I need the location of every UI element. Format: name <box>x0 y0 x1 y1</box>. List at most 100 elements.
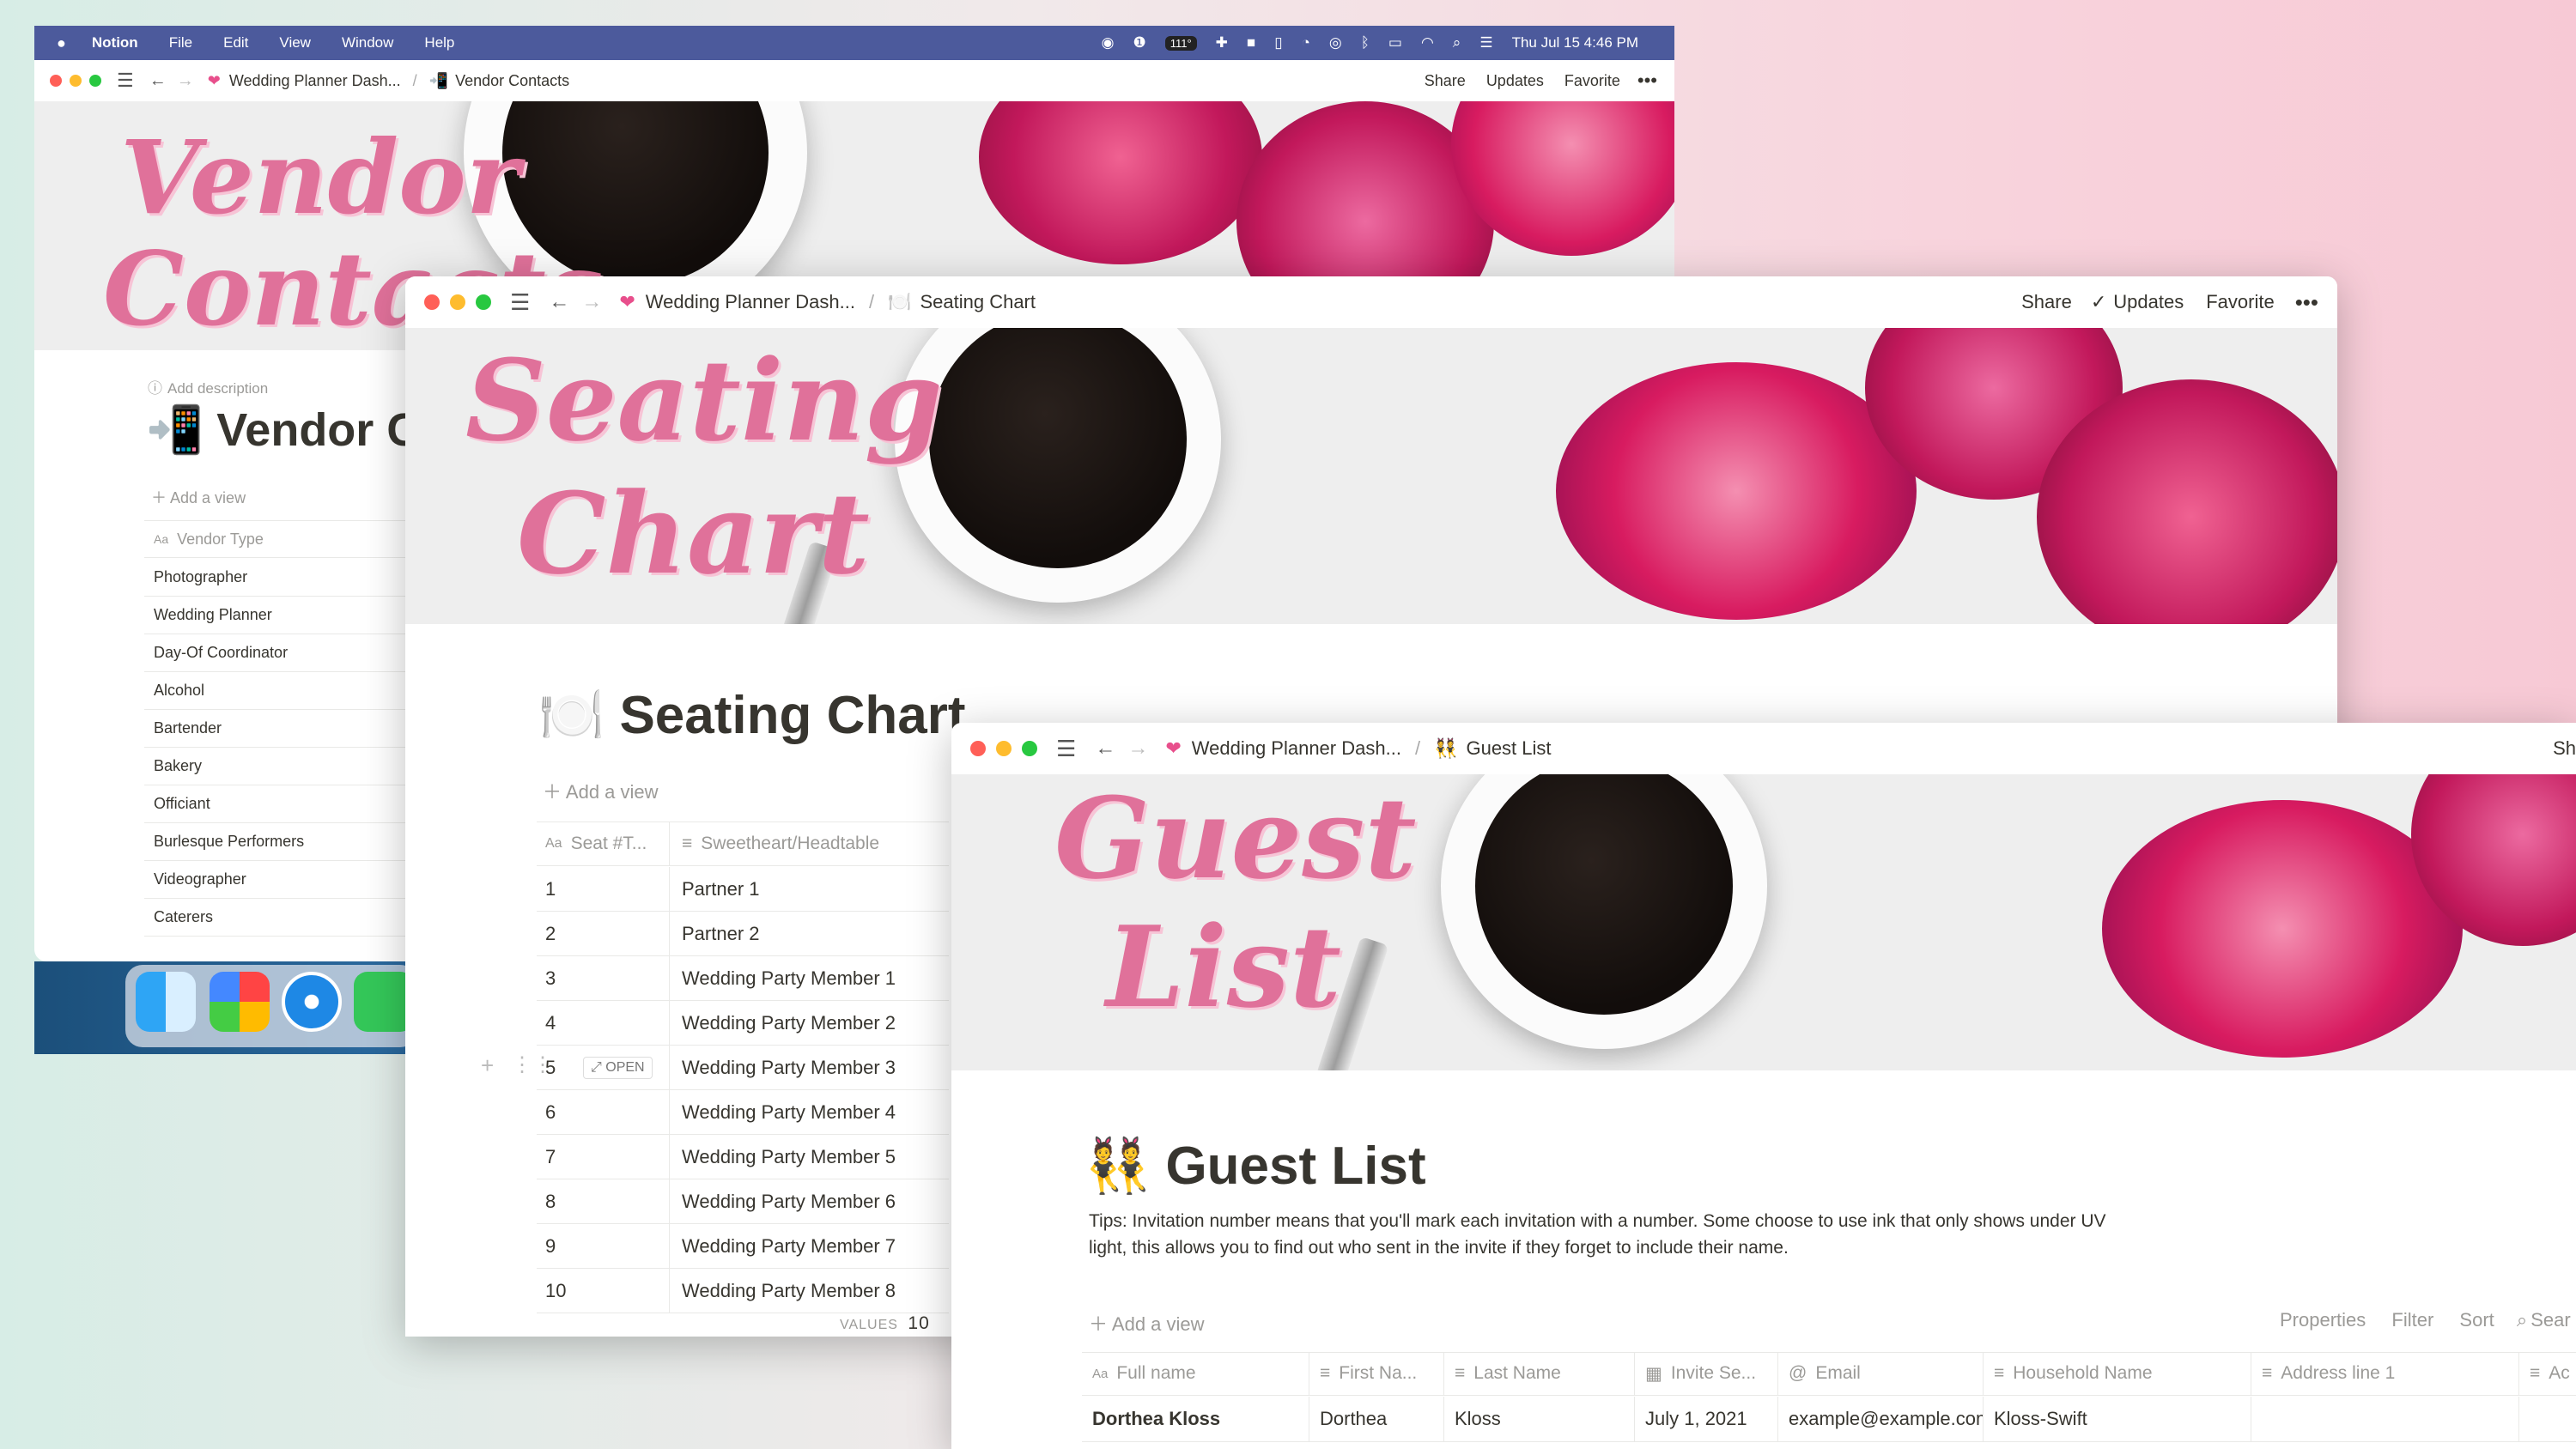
share-button[interactable]: Share <box>2021 291 2072 313</box>
guest-address-line-2[interactable] <box>2519 1397 2576 1441</box>
menu-help[interactable]: Help <box>424 34 454 52</box>
column-header-email[interactable]: @ Email <box>1778 1352 1984 1395</box>
sidebar-menu-icon[interactable]: ☰ <box>117 70 134 92</box>
breadcrumb-parent[interactable]: Wedding Planner Dash... <box>229 72 401 90</box>
launchpad-icon[interactable] <box>210 972 270 1032</box>
table-row[interactable]: 6 Wedding Party Member 4 <box>537 1090 949 1135</box>
column-header-full-name[interactable]: Aa Full name <box>1082 1352 1309 1395</box>
column-header-address-line-1[interactable]: ≡ Address line 1 <box>2251 1352 2519 1395</box>
back-arrow-icon[interactable]: ← <box>549 290 569 314</box>
table-row[interactable]: Videographer <box>144 861 406 899</box>
column-header-first-name[interactable]: ≡ First Na... <box>1309 1352 1444 1395</box>
maximize-window-button[interactable] <box>476 294 491 310</box>
table-row[interactable]: 3 Wedding Party Member 1 <box>537 956 949 1001</box>
forward-arrow-icon[interactable]: → <box>1127 737 1148 761</box>
column-header-sweetheart[interactable]: ≡ Sweetheart/Headtable <box>670 834 879 854</box>
maximize-window-button[interactable] <box>89 75 101 87</box>
guest-address-line-1[interactable] <box>2251 1397 2519 1441</box>
add-description-button[interactable]: ⓘ Add description <box>148 376 268 397</box>
wifi-icon[interactable]: ◠ <box>1421 34 1434 52</box>
drag-handle-icon[interactable]: ⋮⋮ <box>512 1052 553 1077</box>
back-arrow-icon[interactable]: ← <box>1095 737 1115 761</box>
row-add-icon[interactable]: + <box>481 1052 494 1079</box>
breadcrumb-parent[interactable]: Wedding Planner Dash... <box>646 291 855 313</box>
guest-email[interactable]: example@example.com <box>1778 1397 1984 1441</box>
column-header-last-name[interactable]: ≡ Last Name <box>1444 1352 1635 1395</box>
guest-full-name[interactable]: Dorthea Kloss <box>1082 1397 1309 1441</box>
minimize-window-button[interactable] <box>996 741 1012 756</box>
menubar-clock[interactable]: Thu Jul 15 4:46 PM <box>1512 34 1638 52</box>
more-options-icon[interactable]: ••• <box>1637 70 1657 92</box>
updates-button[interactable]: Updates <box>1486 72 1544 90</box>
column-header-seat[interactable]: Aa Seat #T... <box>537 822 670 865</box>
status-icon[interactable]: ▯ <box>1274 34 1282 52</box>
table-row[interactable]: 5 ⤢ OPEN Wedding Party Member 3 <box>537 1046 949 1090</box>
guest-first-name[interactable]: Dorthea <box>1309 1397 1444 1441</box>
share-button[interactable]: Share <box>1425 72 1466 90</box>
apple-icon[interactable]: ● <box>57 34 66 52</box>
more-options-icon[interactable]: ••• <box>2295 289 2318 316</box>
table-row[interactable]: Day-Of Coordinator <box>144 634 406 672</box>
column-header-invite-sent[interactable]: ▦ Invite Se... <box>1635 1352 1778 1395</box>
clock-icon[interactable]: ◔ <box>1302 34 1310 52</box>
guest-invite-sent[interactable]: July 1, 2021 <box>1635 1397 1778 1441</box>
table-row[interactable]: 10 Wedding Party Member 8 <box>537 1269 949 1313</box>
menu-file[interactable]: File <box>169 34 192 52</box>
guest-last-name[interactable]: Kloss <box>1444 1397 1635 1441</box>
menu-window[interactable]: Window <box>342 34 393 52</box>
menu-app-name[interactable]: Notion <box>92 34 138 52</box>
close-window-button[interactable] <box>424 294 440 310</box>
favorite-button[interactable]: Favorite <box>2206 291 2274 313</box>
bluetooth-icon[interactable]: ᛒ <box>1361 34 1370 52</box>
updates-button[interactable]: Updates <box>2113 291 2184 313</box>
table-row[interactable]: 8 Wedding Party Member 6 <box>537 1179 949 1224</box>
table-row[interactable]: Burlesque Performers <box>144 823 406 861</box>
forward-arrow-icon[interactable]: → <box>177 71 194 91</box>
menu-view[interactable]: View <box>279 34 311 52</box>
maximize-window-button[interactable] <box>1022 741 1037 756</box>
breadcrumb-current[interactable]: Seating Chart <box>920 291 1036 313</box>
table-row[interactable]: 9 Wedding Party Member 7 <box>537 1224 949 1269</box>
close-window-button[interactable] <box>970 741 986 756</box>
add-view-button[interactable]: ＋ Add a view <box>543 777 659 804</box>
battery-temp-badge[interactable]: 111° <box>1164 35 1197 51</box>
battery-icon[interactable]: ▭ <box>1388 34 1402 52</box>
plus-icon[interactable]: ✚ <box>1216 34 1228 52</box>
share-button[interactable]: Sh <box>2553 737 2576 760</box>
favorite-button[interactable]: Favorite <box>1564 72 1620 90</box>
airdrop-icon[interactable]: ◎ <box>1329 34 1342 52</box>
table-row[interactable]: 4 Wedding Party Member 2 <box>537 1001 949 1046</box>
table-row[interactable]: 7 Wedding Party Member 5 <box>537 1135 949 1179</box>
search-icon[interactable]: ⌕ <box>2517 1309 2527 1331</box>
add-view-button[interactable]: ＋ Add a view <box>151 486 246 508</box>
sidebar-menu-icon[interactable]: ☰ <box>510 289 530 316</box>
table-column-header[interactable]: Aa Vendor Type <box>144 520 406 558</box>
safari-icon[interactable] <box>282 972 342 1032</box>
breadcrumb-current[interactable]: Vendor Contacts <box>455 72 569 90</box>
table-row[interactable]: Officiant <box>144 785 406 823</box>
minimize-window-button[interactable] <box>70 75 82 87</box>
breadcrumb-current[interactable]: Guest List <box>1466 737 1551 760</box>
column-header-household-name[interactable]: ≡ Household Name <box>1984 1352 2251 1395</box>
back-arrow-icon[interactable]: ← <box>149 71 167 91</box>
search-button[interactable]: Sear <box>2530 1309 2570 1331</box>
status-icon[interactable]: ❶ <box>1133 34 1145 52</box>
status-icon[interactable]: ◉ <box>1102 34 1115 52</box>
sort-button[interactable]: Sort <box>2459 1309 2494 1331</box>
breadcrumb-parent[interactable]: Wedding Planner Dash... <box>1192 737 1401 760</box>
add-view-button[interactable]: ＋ Add a view <box>1089 1309 1205 1337</box>
table-row[interactable]: 2 Partner 2 <box>537 912 949 956</box>
table-row[interactable]: Photographer <box>144 559 406 597</box>
guest-household-name[interactable]: Kloss-Swift <box>1984 1397 2251 1441</box>
open-row-button[interactable]: ⤢ OPEN <box>583 1056 653 1079</box>
table-row[interactable]: Caterers <box>144 899 406 937</box>
filter-button[interactable]: Filter <box>2391 1309 2433 1331</box>
column-header-address-line-2[interactable]: ≡ Ac <box>2519 1352 2576 1395</box>
table-row[interactable]: 1 Partner 1 <box>537 867 949 912</box>
table-row[interactable]: Bakery <box>144 748 406 785</box>
table-row[interactable]: Alcohol <box>144 672 406 710</box>
status-icon[interactable]: ■ <box>1247 34 1255 52</box>
table-row[interactable]: Bartender <box>144 710 406 748</box>
table-row[interactable]: Wedding Planner <box>144 597 406 634</box>
minimize-window-button[interactable] <box>450 294 465 310</box>
